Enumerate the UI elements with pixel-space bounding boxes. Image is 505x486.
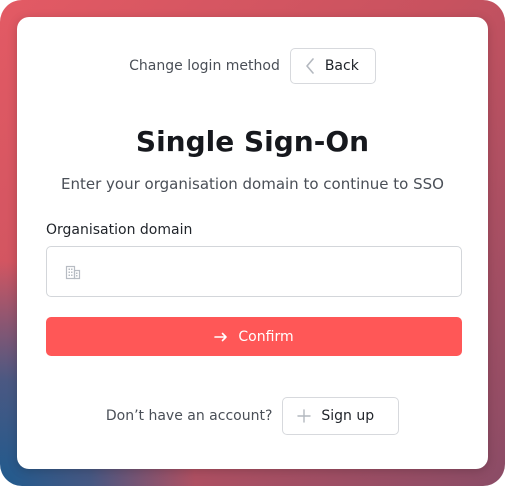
sign-up-button-label: Sign up — [321, 408, 375, 424]
signup-row: Don’t have an account? Sign up — [17, 397, 488, 435]
change-login-row: Change login method Back — [17, 48, 488, 84]
page-subtitle: Enter your organisation domain to contin… — [61, 175, 444, 193]
domain-field[interactable] — [46, 246, 462, 297]
chevron-left-icon — [305, 58, 315, 74]
confirm-button[interactable]: Confirm — [46, 317, 462, 356]
confirm-button-label: Confirm — [238, 328, 294, 345]
change-login-method-text: Change login method — [129, 58, 280, 74]
plus-icon — [297, 409, 312, 423]
sign-up-button[interactable]: Sign up — [282, 397, 400, 435]
domain-input[interactable] — [91, 246, 461, 297]
no-account-text: Don’t have an account? — [105, 408, 273, 424]
building-icon — [65, 264, 81, 280]
back-button[interactable]: Back — [289, 48, 376, 84]
back-button-label: Back — [324, 58, 359, 74]
domain-field-label: Organisation domain — [46, 222, 193, 238]
page-title: Single Sign-On — [135, 125, 370, 158]
background-frame: Change login method Back Single Sign-On … — [0, 0, 505, 486]
sso-card: Change login method Back Single Sign-On … — [17, 17, 488, 469]
arrow-right-icon — [214, 329, 228, 345]
